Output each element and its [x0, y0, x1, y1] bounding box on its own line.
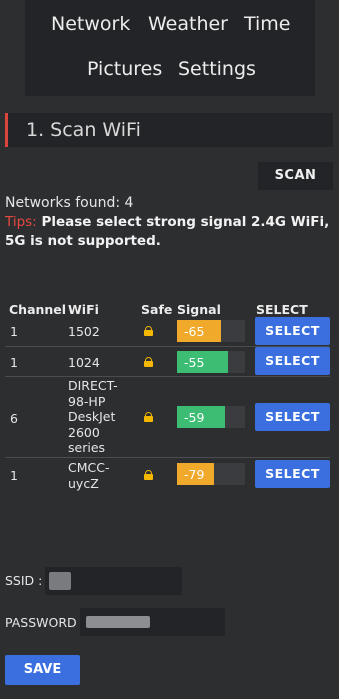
signal-value: -59	[184, 410, 205, 425]
header-wifi: WiFi	[68, 302, 99, 317]
row-divider	[5, 457, 330, 458]
nav-network[interactable]: Network	[51, 13, 130, 35]
nav-weather[interactable]: Weather	[148, 13, 228, 35]
header-select: SELECT	[256, 302, 308, 317]
tips-text: Tips: Please select strong signal 2.4G W…	[5, 213, 335, 251]
row-channel: 1	[10, 324, 18, 339]
signal-value: -55	[184, 355, 205, 370]
password-input[interactable]	[80, 608, 225, 636]
top-nav: Network Weather Time Pictures Settings	[25, 0, 315, 96]
nav-pictures[interactable]: Pictures	[87, 58, 162, 80]
tips-label: Tips:	[5, 214, 37, 230]
section-header: 1. Scan WiFi	[5, 113, 333, 147]
section-accent-bar	[5, 113, 8, 147]
nav-time[interactable]: Time	[244, 13, 291, 35]
row-channel: 1	[10, 355, 18, 370]
row-channel: 1	[10, 468, 18, 483]
signal-value: -65	[184, 324, 205, 339]
ssid-input[interactable]	[45, 567, 182, 595]
password-value-redacted	[86, 616, 150, 628]
lock-icon	[144, 326, 153, 336]
lock-icon	[144, 412, 153, 422]
ssid-value-redacted	[49, 572, 71, 590]
save-button[interactable]: SAVE	[5, 655, 80, 685]
row-wifi: 1024	[68, 355, 100, 370]
nav-settings[interactable]: Settings	[178, 58, 256, 80]
section-title: 1. Scan WiFi	[26, 119, 141, 141]
select-button[interactable]: SELECT	[255, 460, 330, 488]
signal-bar: -55	[177, 351, 245, 373]
header-safe: Safe	[141, 302, 173, 317]
select-button[interactable]: SELECT	[255, 403, 330, 431]
lock-icon	[144, 357, 153, 367]
signal-bar: -59	[177, 406, 245, 428]
row-divider	[5, 376, 330, 377]
networks-found-text: Networks found: 4	[5, 195, 134, 211]
select-button[interactable]: SELECT	[255, 347, 330, 375]
password-label: PASSWORD :	[5, 615, 85, 630]
signal-value: -79	[184, 467, 205, 482]
tips-message: Please select strong signal 2.4G WiFi, 5…	[5, 214, 330, 249]
select-button[interactable]: SELECT	[255, 317, 330, 345]
header-signal: Signal	[177, 302, 221, 317]
row-wifi: CMCC-uycZ	[68, 460, 110, 491]
header-channel: Channel	[9, 302, 67, 317]
lock-icon	[144, 470, 153, 480]
row-wifi: DIRECT-98-HP DeskJet 2600 series	[68, 378, 118, 455]
row-channel: 6	[10, 411, 18, 426]
scan-button[interactable]: SCAN	[258, 162, 333, 190]
ssid-label: SSID :	[5, 573, 43, 588]
row-wifi: 1502	[68, 324, 100, 339]
signal-bar: -65	[177, 320, 245, 342]
signal-bar: -79	[177, 463, 245, 485]
